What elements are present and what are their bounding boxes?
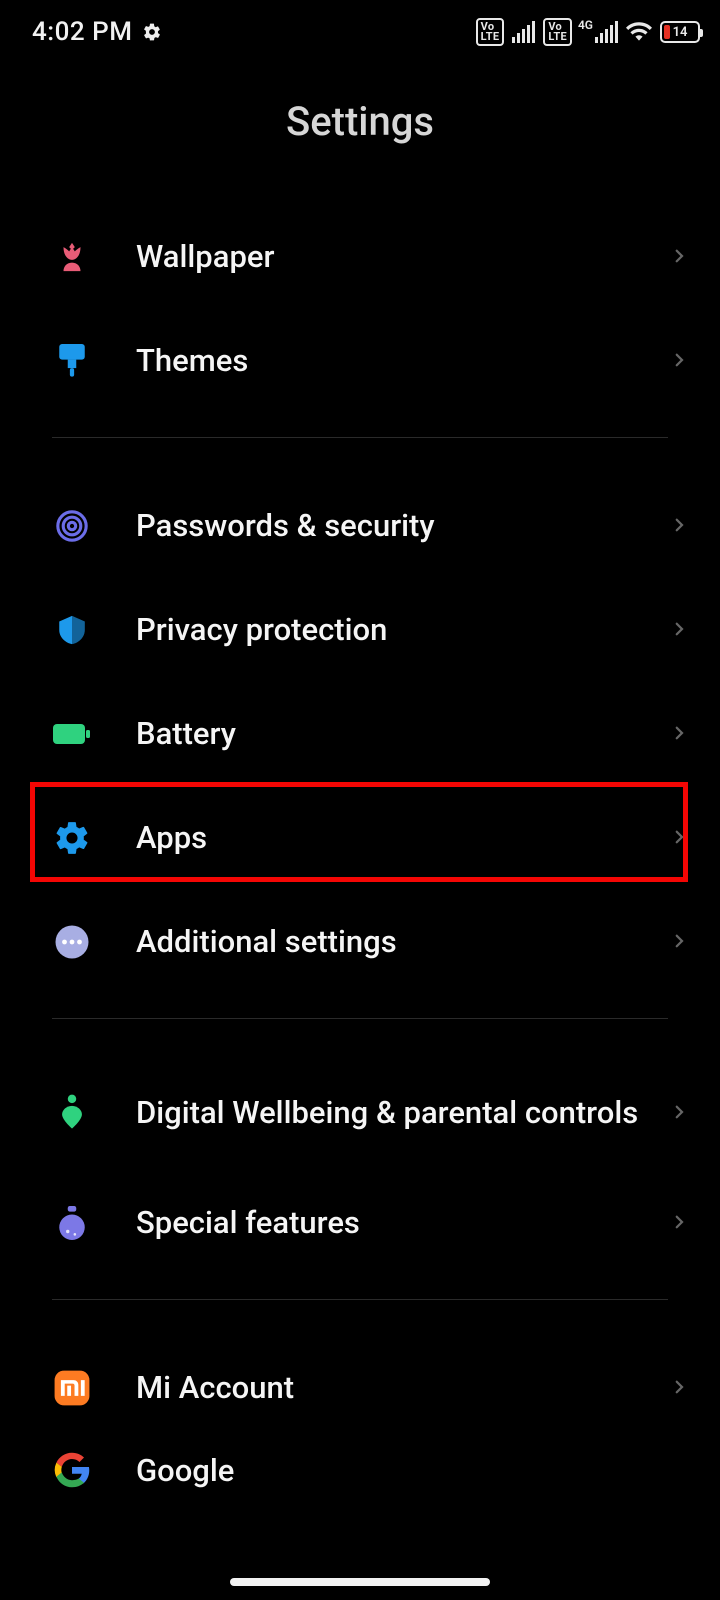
network-type: 4G: [578, 18, 593, 32]
status-bar: 4:02 PM VoLTE VoLTE 4G 14: [0, 0, 720, 64]
settings-item-special-features[interactable]: Special features: [0, 1171, 720, 1275]
volte-icon-2: VoLTE: [543, 18, 572, 46]
settings-item-label: Digital Wellbeing & parental controls: [136, 1094, 670, 1133]
chevron-right-icon: [670, 1213, 690, 1233]
wifi-icon: [626, 19, 652, 45]
more-dots-icon: [52, 922, 92, 962]
tulip-icon: [52, 237, 92, 277]
signal-icon: [512, 21, 535, 43]
settings-item-label: Google: [136, 1452, 690, 1491]
volte-icon: VoLTE: [476, 18, 505, 46]
settings-list: Wallpaper Themes Passwords & security Pr…: [0, 205, 720, 1500]
settings-item-battery[interactable]: Battery: [0, 682, 720, 786]
flask-icon: [52, 1203, 92, 1243]
chevron-right-icon: [670, 828, 690, 848]
chevron-right-icon: [670, 516, 690, 536]
settings-item-mi-account[interactable]: Mi Account: [0, 1336, 720, 1440]
chevron-right-icon: [670, 247, 690, 267]
chevron-right-icon: [670, 1103, 690, 1123]
settings-item-label: Wallpaper: [136, 238, 670, 277]
settings-item-themes[interactable]: Themes: [0, 309, 720, 413]
settings-item-label: Special features: [136, 1204, 670, 1243]
settings-item-privacy-protection[interactable]: Privacy protection: [0, 578, 720, 682]
settings-active-icon: [142, 22, 162, 42]
chevron-right-icon: [670, 620, 690, 640]
settings-item-label: Passwords & security: [136, 507, 670, 546]
settings-item-label: Privacy protection: [136, 611, 670, 650]
fingerprint-icon: [52, 506, 92, 546]
settings-item-wallpaper[interactable]: Wallpaper: [0, 205, 720, 309]
clock-text: 4:02 PM: [32, 17, 132, 47]
battery-icon: 14: [660, 21, 700, 43]
settings-item-label: Battery: [136, 715, 670, 754]
brush-icon: [52, 341, 92, 381]
settings-item-label: Themes: [136, 342, 670, 381]
battery-percent: 14: [673, 25, 688, 40]
settings-item-label: Additional settings: [136, 923, 670, 962]
settings-item-passwords-security[interactable]: Passwords & security: [0, 474, 720, 578]
settings-item-digital-wellbeing[interactable]: Digital Wellbeing & parental controls: [0, 1055, 720, 1171]
chevron-right-icon: [670, 724, 690, 744]
settings-item-label: Mi Account: [136, 1369, 670, 1408]
settings-item-apps[interactable]: Apps: [0, 786, 720, 890]
settings-item-google[interactable]: Google: [0, 1440, 720, 1500]
divider: [52, 437, 668, 438]
divider: [52, 1018, 668, 1019]
google-logo-icon: [52, 1450, 92, 1490]
settings-item-label: Apps: [136, 819, 670, 858]
page-title: Settings: [0, 98, 720, 145]
navigation-bar-indicator: [230, 1578, 490, 1586]
signal-icon-2: [595, 21, 618, 43]
heart-person-icon: [52, 1093, 92, 1133]
mi-logo-icon: [52, 1368, 92, 1408]
chevron-right-icon: [670, 932, 690, 952]
status-time: 4:02 PM: [32, 17, 162, 47]
settings-item-additional-settings[interactable]: Additional settings: [0, 890, 720, 994]
gear-icon: [52, 818, 92, 858]
shield-cube-icon: [52, 610, 92, 650]
divider: [52, 1299, 668, 1300]
chevron-right-icon: [670, 1378, 690, 1398]
status-indicators: VoLTE VoLTE 4G 14: [476, 0, 700, 64]
battery-icon: [52, 714, 92, 754]
chevron-right-icon: [670, 351, 690, 371]
